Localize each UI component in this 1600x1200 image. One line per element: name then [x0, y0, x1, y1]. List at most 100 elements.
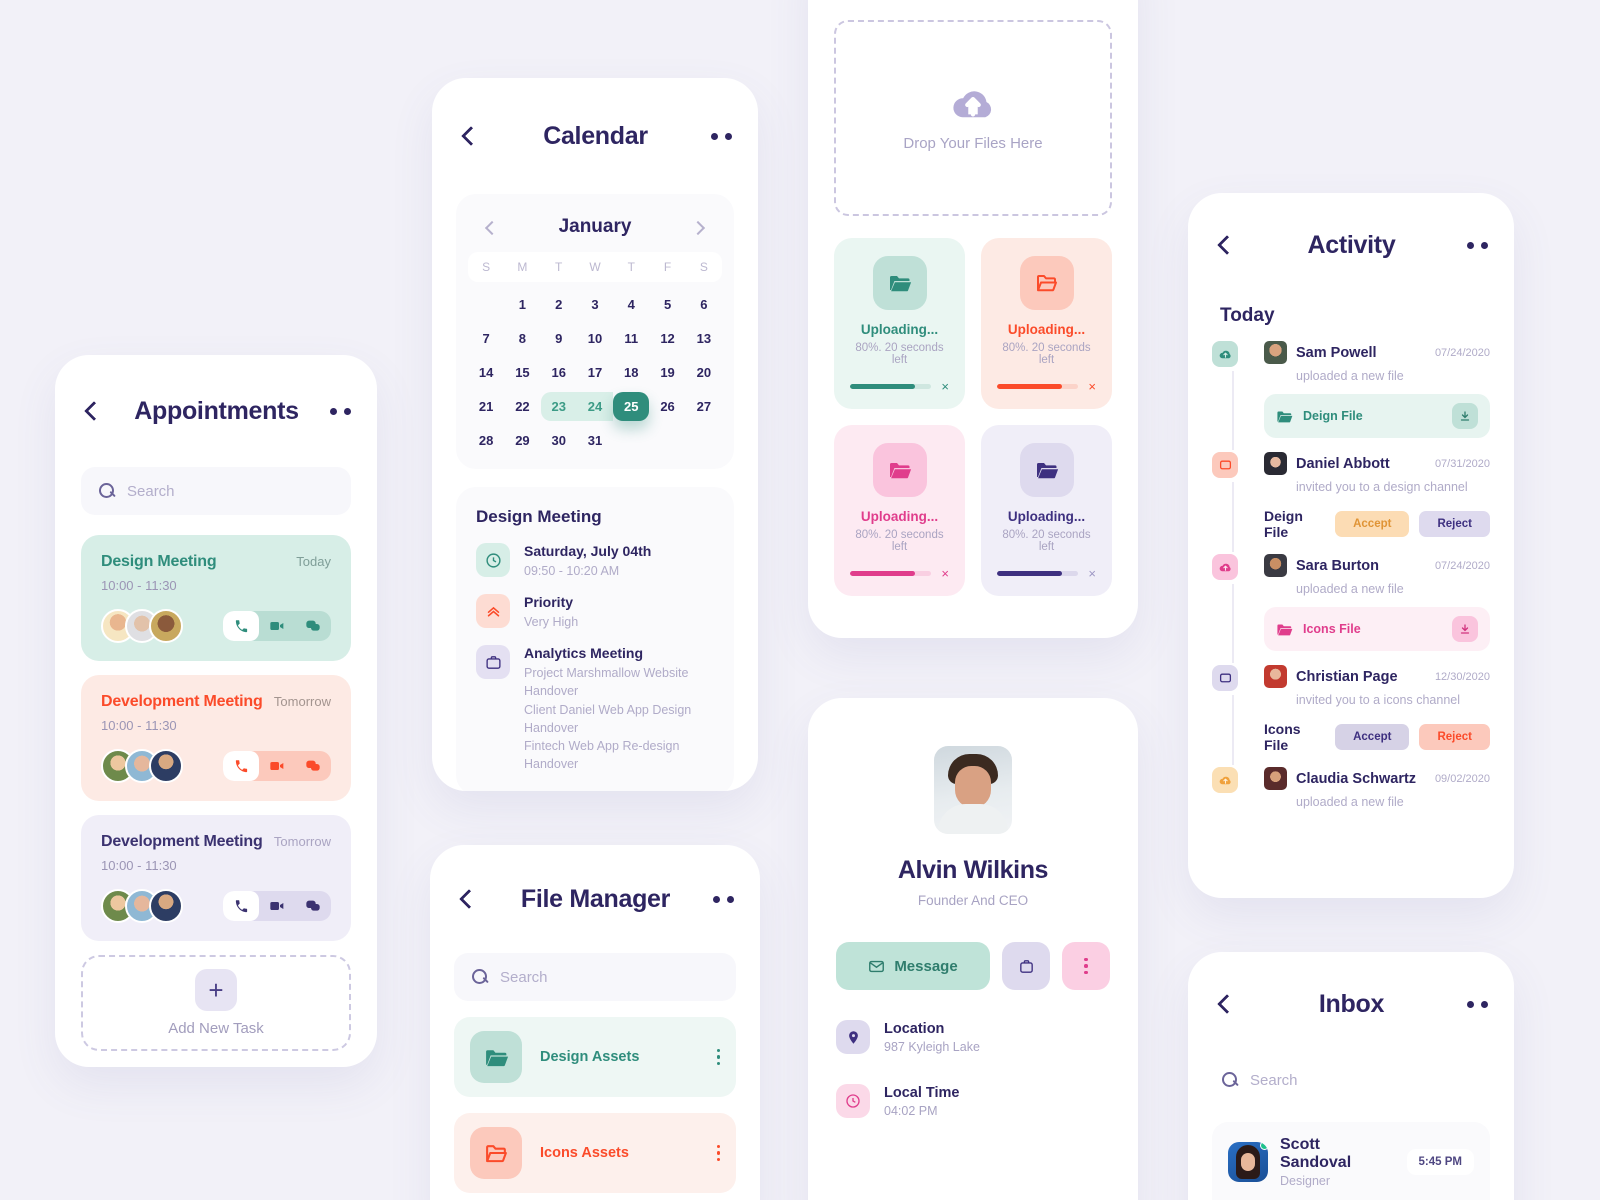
appointment-row[interactable]: Design Meeting Today 10:00 - 11:30: [81, 535, 351, 661]
search-icon: [99, 483, 115, 499]
inbox-message-row[interactable]: Scott Sandoval Designer 5:45 PM Profiles…: [1212, 1122, 1490, 1200]
activity-user: Sara Burton: [1296, 557, 1379, 574]
activity-section-title: Today: [1220, 305, 1275, 326]
file-name: Icons File: [1264, 721, 1301, 753]
search-input[interactable]: Search: [81, 467, 351, 515]
video-call-button[interactable]: [259, 751, 295, 781]
row-menu-icon[interactable]: [716, 1144, 720, 1162]
calendar-day-24[interactable]: 24: [576, 392, 614, 421]
download-button[interactable]: [1452, 403, 1478, 429]
chat-button[interactable]: [295, 611, 331, 641]
video-call-button[interactable]: [259, 611, 295, 641]
more-options-icon[interactable]: [711, 132, 732, 140]
calendar-day-10[interactable]: 10: [577, 324, 613, 353]
next-month-icon[interactable]: [692, 219, 708, 235]
calendar-day-3[interactable]: 3: [577, 290, 613, 319]
more-options-icon[interactable]: [1466, 241, 1488, 249]
calendar-day-20[interactable]: 20: [686, 358, 722, 387]
activity-user: Sam Powell: [1296, 344, 1377, 361]
search-input[interactable]: Search: [1218, 1056, 1484, 1104]
add-new-task-button[interactable]: + Add New Task: [81, 955, 351, 1051]
reject-button[interactable]: Reject: [1419, 511, 1490, 537]
back-icon[interactable]: [1214, 234, 1236, 256]
calendar-day-7[interactable]: 7: [468, 324, 504, 353]
sender-name: Scott Sandoval: [1280, 1136, 1352, 1171]
file-row[interactable]: Design Assets: [454, 1017, 736, 1097]
accept-button[interactable]: Accept: [1335, 724, 1410, 750]
calendar-day-16[interactable]: 16: [541, 358, 577, 387]
appointment-time: 10:00 - 11:30: [101, 578, 177, 593]
chat-button[interactable]: [295, 751, 331, 781]
calendar-day-2[interactable]: 2: [541, 290, 577, 319]
more-options-button[interactable]: [1062, 942, 1110, 990]
video-call-button[interactable]: [259, 891, 295, 921]
weekday-6: S: [699, 260, 708, 274]
calendar-day-26[interactable]: 26: [649, 392, 685, 421]
activity-action: uploaded a new file: [1296, 582, 1404, 596]
appointment-row[interactable]: Development Meeting Tomorrow 10:00 - 11:…: [81, 675, 351, 801]
accept-button[interactable]: Accept: [1335, 511, 1410, 537]
more-options-icon[interactable]: [1466, 1000, 1488, 1008]
call-button[interactable]: [223, 611, 259, 641]
inbox-header: Inbox: [1188, 952, 1514, 1056]
calendar-day-5[interactable]: 5: [649, 290, 685, 319]
file-attachment[interactable]: Icons File: [1264, 607, 1490, 651]
row-menu-icon[interactable]: [716, 1048, 720, 1066]
chat-button[interactable]: [295, 891, 331, 921]
calendar-day-6[interactable]: 6: [686, 290, 722, 319]
calendar-day-14[interactable]: 14: [468, 358, 504, 387]
calendar-day-21[interactable]: 21: [468, 392, 504, 421]
cancel-upload-button[interactable]: ×: [1088, 380, 1096, 393]
calendar-day-17[interactable]: 17: [577, 358, 613, 387]
calendar-day-15[interactable]: 15: [504, 358, 540, 387]
calendar-day-4[interactable]: 4: [613, 290, 649, 319]
cancel-upload-button[interactable]: ×: [941, 567, 949, 580]
calendar-day-18[interactable]: 18: [613, 358, 649, 387]
more-options-icon[interactable]: [329, 407, 351, 415]
calendar-day-9[interactable]: 9: [541, 324, 577, 353]
back-icon[interactable]: [1214, 993, 1236, 1015]
calendar-day-31[interactable]: 31: [577, 426, 613, 455]
back-icon[interactable]: [81, 400, 103, 422]
calendar-day-30[interactable]: 30: [541, 426, 577, 455]
calendar-day-23[interactable]: 23: [540, 392, 577, 421]
activity-user: Claudia Schwartz: [1296, 770, 1417, 787]
back-icon[interactable]: [456, 888, 478, 910]
download-button[interactable]: [1452, 616, 1478, 642]
calendar-day-13[interactable]: 13: [686, 324, 722, 353]
call-button[interactable]: [223, 751, 259, 781]
calendar-day-1[interactable]: 1: [504, 290, 540, 319]
briefcase-button[interactable]: [1002, 942, 1050, 990]
appointment-row[interactable]: Development Meeting Tomorrow 10:00 - 11:…: [81, 815, 351, 941]
calendar-day-22[interactable]: 22: [504, 392, 540, 421]
month-nav: January: [468, 210, 722, 252]
search-input[interactable]: Search: [454, 953, 736, 1001]
dropzone-label: Drop Your Files Here: [903, 134, 1043, 152]
back-icon[interactable]: [458, 125, 480, 147]
file-attachment[interactable]: Deign File: [1264, 394, 1490, 438]
dropzone[interactable]: Drop Your Files Here: [834, 20, 1112, 216]
file-upload-card: Drop Your Files Here Uploading... 80%. 2…: [808, 0, 1138, 638]
cancel-upload-button[interactable]: ×: [1088, 567, 1096, 580]
calendar-day-29[interactable]: 29: [504, 426, 540, 455]
calendar-day-27[interactable]: 27: [686, 392, 722, 421]
calendar-day-25[interactable]: 25: [613, 392, 650, 421]
more-options-icon[interactable]: [712, 895, 734, 903]
calendar-day-11[interactable]: 11: [613, 324, 649, 353]
file-row[interactable]: Icons Assets: [454, 1113, 736, 1193]
calendar-day-12[interactable]: 12: [649, 324, 685, 353]
cancel-upload-button[interactable]: ×: [941, 380, 949, 393]
weekday-0: S: [482, 260, 491, 274]
calendar-day-8[interactable]: 8: [504, 324, 540, 353]
mail-icon: [869, 960, 885, 972]
reject-button[interactable]: Reject: [1419, 724, 1490, 750]
calendar-day-19[interactable]: 19: [649, 358, 685, 387]
activity-item: Sam Powell 07/24/2020 uploaded a new fil…: [1212, 341, 1490, 452]
upload-card: Uploading... 80%. 20 seconds left ×: [834, 425, 965, 596]
calendar-day-28[interactable]: 28: [468, 426, 504, 455]
call-button[interactable]: [223, 891, 259, 921]
activity-card: Activity Today Sam Powell 07/24/2020 upl…: [1188, 193, 1514, 898]
prev-month-icon[interactable]: [482, 219, 498, 235]
message-button[interactable]: Message: [836, 942, 990, 990]
activity-action: uploaded a new file: [1296, 369, 1404, 383]
